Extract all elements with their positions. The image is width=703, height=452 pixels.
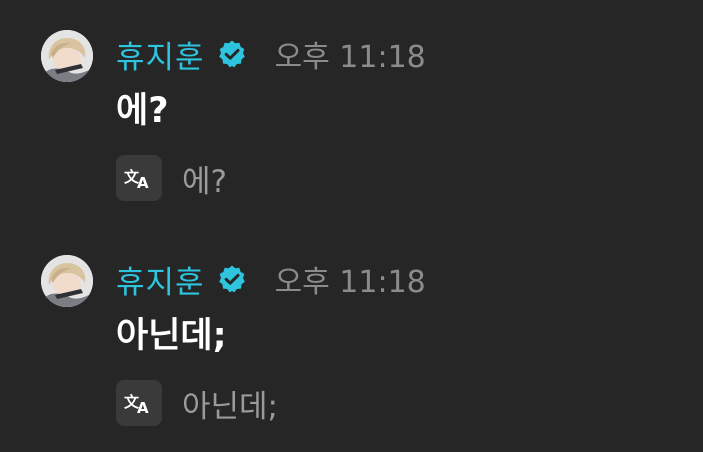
avatar-image [41, 30, 93, 82]
svg-text:A: A [137, 174, 149, 190]
translated-text: 아닌데; [182, 388, 279, 425]
translate-button[interactable]: 文 A [116, 380, 162, 426]
message-text: 아닌데; [116, 316, 227, 356]
translate-button[interactable]: 文 A [116, 155, 162, 201]
timestamp: 오후 11:18 [274, 265, 426, 300]
username[interactable]: 휴지훈 [116, 32, 205, 77]
message-header: 휴지훈 오후 11:18 [116, 257, 426, 301]
verified-badge-icon [217, 264, 247, 294]
timestamp: 오후 11:18 [274, 40, 426, 75]
translation-row: 文 A 에? [116, 155, 227, 201]
avatar-image [41, 255, 93, 307]
verified-badge-icon [217, 39, 247, 69]
svg-text:A: A [137, 399, 149, 415]
translation-row: 文 A 아닌데; [116, 380, 278, 426]
message-text: 에? [116, 91, 169, 131]
username[interactable]: 휴지훈 [116, 257, 205, 302]
avatar[interactable] [41, 255, 93, 307]
message-header: 휴지훈 오후 11:18 [116, 32, 426, 76]
avatar[interactable] [41, 30, 93, 82]
translate-icon: 文 A [124, 393, 149, 415]
translate-icon: 文 A [124, 168, 149, 190]
translated-text: 에? [182, 163, 227, 200]
